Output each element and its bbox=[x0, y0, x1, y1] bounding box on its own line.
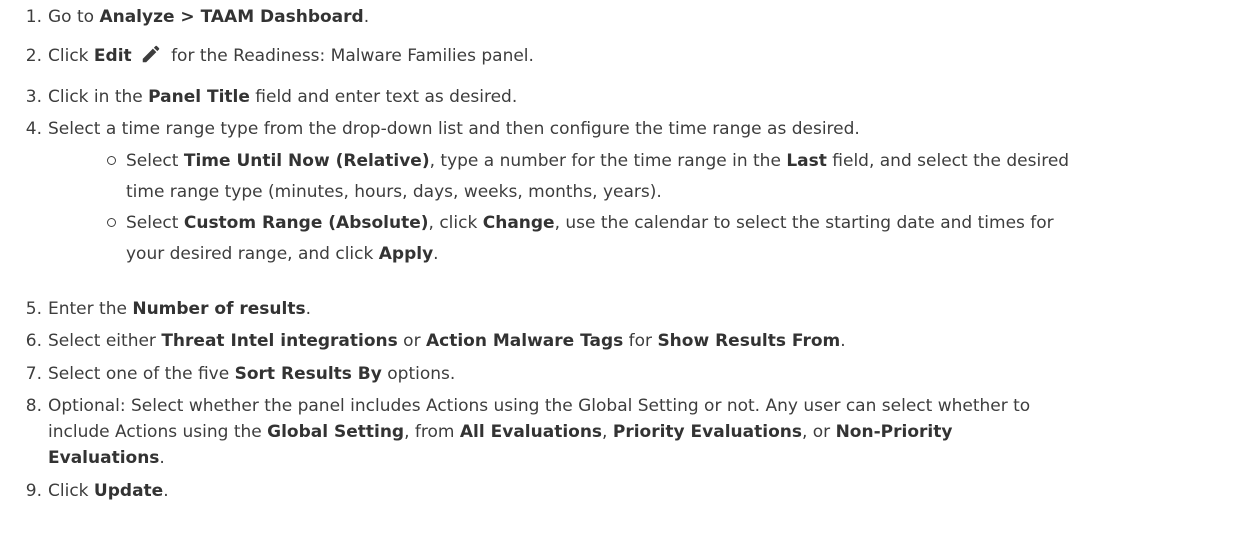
bullet-icon bbox=[107, 218, 116, 227]
step-number: 4. bbox=[25, 119, 42, 139]
step-5: 5. Enter the Number of results. bbox=[0, 296, 311, 322]
step-text: Click Edit for the Readiness: Malware Fa… bbox=[48, 45, 534, 66]
bold-term: Non-Priority bbox=[835, 422, 953, 442]
bold-term: Update bbox=[93, 481, 164, 501]
step-9: 9. Click Update. bbox=[0, 478, 169, 504]
text-run: your desired range, and click bbox=[126, 244, 379, 264]
step-text: Optional: Select whether the panel inclu… bbox=[48, 396, 1030, 416]
text-run: , type a number for the time range in th… bbox=[429, 151, 787, 171]
substep-line: Select Time Until Now (Relative), type a… bbox=[126, 146, 1236, 177]
step-3: 3. Click in the Panel Title field and ent… bbox=[0, 84, 518, 110]
bold-term: Threat Intel integrations bbox=[161, 331, 398, 351]
text-run: . bbox=[305, 299, 311, 319]
bold-term: Evaluations bbox=[48, 448, 160, 468]
text-run: . bbox=[163, 481, 169, 501]
text-run: Select either bbox=[48, 331, 162, 351]
bold-term: Last bbox=[786, 151, 827, 171]
step-text: Select one of the five Sort Results By o… bbox=[48, 364, 455, 384]
text-run: for the Readiness: Malware Families pane… bbox=[165, 46, 534, 66]
bold-term: Change bbox=[482, 213, 555, 233]
step-1: 1. Go to Analyze > TAAM Dashboard. bbox=[0, 4, 369, 30]
step-number: 6. bbox=[25, 331, 42, 351]
text-run: Select one of the five bbox=[48, 364, 235, 384]
step-number: 3. bbox=[25, 87, 42, 107]
bold-term: All Evaluations bbox=[459, 422, 603, 442]
text-run: , click bbox=[428, 213, 483, 233]
step-4: 4. Select a time range type from the drop… bbox=[0, 116, 860, 142]
step-7: 7. Select one of the five Sort Results By… bbox=[0, 361, 456, 387]
text-run: Click bbox=[48, 46, 94, 66]
bold-term: Panel Title bbox=[148, 87, 250, 107]
text-run: field, and select the desired bbox=[826, 151, 1070, 171]
text-run: Select bbox=[126, 213, 184, 233]
step-number: 5. bbox=[25, 299, 42, 319]
text-run: . bbox=[433, 244, 439, 264]
substep-line: Select Custom Range (Absolute), click Ch… bbox=[126, 208, 1236, 239]
text-run: , from bbox=[404, 422, 460, 442]
text-run: include Actions using the bbox=[48, 422, 268, 442]
text-run: time range type (minutes, hours, days, w… bbox=[126, 182, 662, 202]
text-run: . bbox=[840, 331, 846, 351]
bold-term: Show Results From bbox=[657, 331, 841, 351]
text-run: . bbox=[159, 448, 165, 468]
text-run: Click bbox=[48, 481, 94, 501]
step-8: 8. Optional: Select whether the panel inc… bbox=[0, 393, 1030, 419]
text-run: , use the calendar to select the startin… bbox=[554, 213, 1054, 233]
bold-term: Number of results bbox=[132, 299, 306, 319]
bold-term: Global Setting bbox=[267, 422, 405, 442]
text-run: options. bbox=[381, 364, 456, 384]
instructions-list: 1. Go to Analyze > TAAM Dashboard. 2. Clic… bbox=[0, 0, 1244, 554]
bold-term: Sort Results By bbox=[234, 364, 382, 384]
text-run: Optional: Select whether the panel inclu… bbox=[48, 396, 1031, 416]
text-run: or bbox=[397, 331, 426, 351]
substep-line: your desired range, and click Apply. bbox=[126, 239, 1236, 270]
step-2: 2. Click Edit for the Readiness: Malware … bbox=[0, 43, 534, 73]
substep-line: time range type (minutes, hours, days, w… bbox=[126, 177, 1236, 208]
text-run: Select a time range type from the drop-d… bbox=[48, 119, 860, 139]
text-run: Enter the bbox=[48, 299, 133, 319]
step-8-cont-1: include Actions using the Global Setting… bbox=[48, 419, 952, 445]
step-number: 2. bbox=[25, 46, 42, 66]
bold-term: Custom Range (Absolute) bbox=[183, 213, 429, 233]
bold-term: Edit bbox=[93, 46, 132, 66]
substep-text: Select Custom Range (Absolute), click Ch… bbox=[126, 208, 1236, 270]
bold-term: Analyze > TAAM Dashboard bbox=[99, 7, 364, 27]
step-text: Click in the Panel Title field and enter… bbox=[48, 87, 517, 107]
pencil-icon bbox=[140, 43, 162, 73]
step-number: 7. bbox=[25, 364, 42, 384]
bold-term: Action Malware Tags bbox=[425, 331, 624, 351]
text-run: . bbox=[363, 7, 370, 27]
step-text: Select either Threat Intel integrations … bbox=[48, 331, 846, 351]
bold-term: Apply bbox=[378, 244, 434, 264]
bullet-icon bbox=[107, 156, 116, 165]
bold-term: Priority Evaluations bbox=[612, 422, 802, 442]
text-run: field and enter text as desired. bbox=[249, 87, 518, 107]
step-number: 8. bbox=[25, 396, 42, 416]
step-6: 6. Select either Threat Intel integration… bbox=[0, 328, 846, 354]
text-run: for bbox=[623, 331, 658, 351]
step-8-cont-2: Evaluations. bbox=[48, 445, 165, 471]
step-text: Select a time range type from the drop-d… bbox=[48, 119, 860, 139]
step-text: Enter the Number of results. bbox=[48, 299, 311, 319]
text-run: Click in the bbox=[48, 87, 149, 107]
step-number: 9. bbox=[25, 481, 42, 501]
text-run: Go to bbox=[48, 7, 100, 27]
text-run: , or bbox=[801, 422, 836, 442]
bold-term: Time Until Now (Relative) bbox=[183, 151, 430, 171]
step-text: Click Update. bbox=[48, 481, 169, 501]
substep-text: Select Time Until Now (Relative), type a… bbox=[126, 146, 1236, 208]
step-text: Go to Analyze > TAAM Dashboard. bbox=[48, 7, 369, 27]
text-run: , bbox=[602, 422, 613, 442]
text-run: Select bbox=[126, 151, 184, 171]
step-number: 1. bbox=[25, 7, 42, 27]
